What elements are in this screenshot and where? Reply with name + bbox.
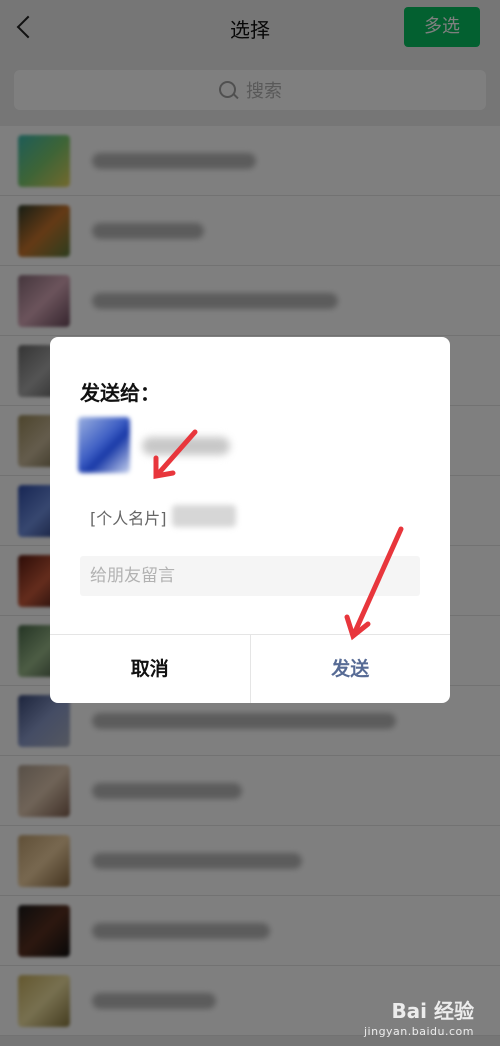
watermark-brand: Bai 经验 — [364, 995, 474, 1024]
watermark: Bai 经验 jingyan.baidu.com — [364, 995, 474, 1038]
message-input[interactable] — [80, 556, 420, 596]
business-card-label: [个人名片] — [90, 509, 167, 528]
dialog-footer: 取消 发送 — [50, 634, 450, 703]
dialog-title: 发送给： — [80, 381, 160, 405]
send-card-dialog: 发送给： [个人名片] 取消 发送 — [50, 337, 450, 703]
cancel-button[interactable]: 取消 — [50, 635, 251, 703]
recipient-name — [142, 437, 230, 455]
watermark-url: jingyan.baidu.com — [363, 1025, 474, 1038]
business-card-name — [172, 505, 236, 527]
send-button[interactable]: 发送 — [251, 635, 451, 703]
watermark-brand-text: Bai 经验 — [391, 999, 474, 1023]
recipient-avatar — [78, 417, 130, 473]
